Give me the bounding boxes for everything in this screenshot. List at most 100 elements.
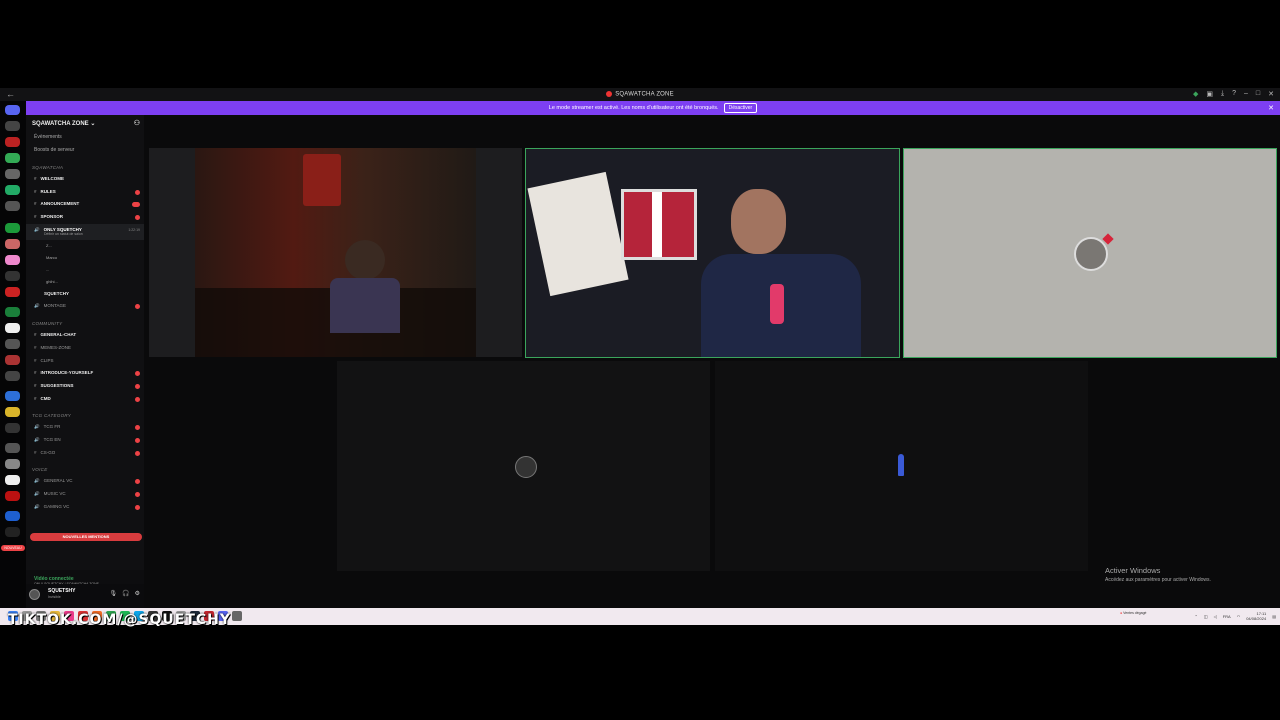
server-icon[interactable] — [5, 255, 20, 265]
avatar — [1074, 237, 1108, 271]
add-member-icon[interactable]: ⚇ — [134, 119, 140, 127]
channel-suggestions[interactable]: # SUGGESTIONS — [26, 380, 144, 393]
new-mentions-button[interactable]: NOUVELLES MENTIONS — [30, 533, 142, 541]
activity-icon[interactable]: ◆ — [1193, 90, 1198, 98]
weather-widget[interactable]: ● Ventes dégagé — [1120, 611, 1146, 615]
hash-icon: # — [34, 395, 37, 401]
channel-tcg-fr[interactable]: 🔊 TCG FR — [26, 421, 144, 434]
server-icon[interactable] — [5, 443, 20, 453]
network-icon[interactable]: ◫ — [1204, 614, 1208, 619]
disable-streamer-button[interactable]: Désactiver — [723, 103, 758, 113]
gear-icon[interactable]: ⚙ — [135, 590, 140, 597]
new-servers-badge[interactable]: NOUVEAU — [1, 545, 25, 551]
server-icon[interactable] — [5, 287, 20, 297]
events-link[interactable]: Évènements — [26, 131, 144, 144]
voice-member[interactable]: ... — [26, 264, 144, 276]
voice-member[interactable]: ghihi... — [26, 276, 144, 288]
volume-icon[interactable]: ◁ — [1214, 614, 1217, 619]
clock[interactable]: 17:11 04/08/2024 — [1246, 611, 1266, 621]
server-icon[interactable] — [5, 137, 20, 147]
maximize-icon[interactable]: □ — [1256, 90, 1260, 98]
avatar-tile[interactable] — [715, 361, 1088, 571]
banner-close-icon[interactable]: ✕ — [1268, 104, 1274, 112]
server-icon[interactable] — [5, 475, 20, 485]
unread-badge — [135, 450, 140, 456]
channel-montage[interactable]: 🔊 MONTAGE — [26, 300, 144, 313]
server-icon[interactable] — [5, 527, 20, 537]
unread-badge — [135, 304, 140, 310]
headphones-icon[interactable]: 🎧 — [122, 590, 129, 597]
category-tcg[interactable]: TCG CATEGORY — [26, 411, 144, 421]
category-voice[interactable]: VOICE — [26, 465, 144, 475]
app-icon[interactable] — [232, 611, 242, 621]
channel-announcement[interactable]: # ANNOUNCEMENT — [26, 198, 144, 211]
channel-welcome[interactable]: # WELCOME — [26, 173, 144, 186]
channel-tcg-en[interactable]: 🔊 TCG EN — [26, 434, 144, 447]
server-icon[interactable] — [5, 169, 20, 179]
channel-rules[interactable]: # RULES — [26, 186, 144, 199]
channel-label: SPONSOR — [40, 214, 64, 220]
category-community[interactable]: COMMUNITY — [26, 319, 144, 329]
channel-cs-go[interactable]: # CS-GO — [26, 447, 144, 460]
server-icon[interactable] — [5, 423, 20, 433]
server-icon[interactable] — [5, 201, 20, 211]
voice-member[interactable]: Marco — [26, 252, 144, 264]
channel-clips[interactable]: # CLIPS — [26, 355, 144, 368]
avatar[interactable] — [29, 589, 40, 600]
title-bar-controls: ◆ ▣ ⤓ ? – □ ✕ — [1193, 90, 1274, 98]
server-icon[interactable] — [5, 323, 20, 333]
minimize-icon[interactable]: – — [1244, 90, 1248, 98]
wifi-icon[interactable]: ◠ — [1237, 614, 1241, 619]
video-tile[interactable] — [149, 148, 522, 357]
boosts-link[interactable]: Boosts de serveur — [26, 144, 144, 157]
server-header[interactable]: SQAWATCHA ZONE ⌄ ⚇ — [26, 115, 144, 131]
server-icon[interactable] — [5, 459, 20, 469]
channel-general-vc[interactable]: 🔊 GENERAL VC — [26, 475, 144, 488]
inbox-icon[interactable]: ▣ — [1206, 90, 1213, 98]
notifications-icon[interactable]: ▤ — [1272, 614, 1276, 619]
mention-badge — [132, 202, 140, 208]
server-icon[interactable] — [5, 271, 20, 281]
channel-sponsor[interactable]: # SPONSOR — [26, 211, 144, 224]
download-icon[interactable]: ⤓ — [1221, 90, 1224, 98]
chevron-up-icon[interactable]: ⌃ — [1194, 614, 1197, 619]
server-icon[interactable] — [5, 511, 20, 521]
channel-general-chat[interactable]: # GENERAL-CHAT — [26, 329, 144, 342]
channel-introduce[interactable]: # INTRODUCE-YOURSELF — [26, 367, 144, 380]
avatar-tile-speaking[interactable] — [903, 148, 1277, 358]
mic-icon[interactable]: 🎙 — [110, 590, 118, 597]
server-icon[interactable] — [5, 185, 20, 195]
server-icon[interactable] — [5, 239, 20, 249]
server-icon[interactable] — [5, 407, 20, 417]
server-icon[interactable] — [5, 339, 20, 349]
user-name[interactable]: SQUETSHY — [48, 588, 76, 594]
category-sqawatcha[interactable]: SQAWATCHA — [26, 163, 144, 173]
channel-memes-zone[interactable]: # MEMES-ZONE — [26, 342, 144, 355]
server-icon[interactable] — [5, 355, 20, 365]
voice-member[interactable]: Z... — [26, 240, 144, 252]
channel-music-vc[interactable]: 🔊 MUSIC VC — [26, 488, 144, 501]
avatar-tile[interactable] — [337, 361, 710, 571]
server-icon[interactable] — [5, 121, 20, 131]
channel-label: RULES — [40, 188, 56, 194]
channel-status-prompt[interactable]: Définir un statut de salon — [44, 232, 83, 237]
channel-cmd[interactable]: # CMD — [26, 393, 144, 406]
server-icon[interactable] — [5, 391, 20, 401]
server-icon[interactable] — [5, 223, 20, 233]
video-tile-speaking[interactable] — [525, 148, 900, 358]
language-indicator[interactable]: FRA — [1223, 614, 1231, 619]
voice-member-self[interactable]: SQUETCHY — [26, 288, 144, 301]
participant-head — [731, 189, 786, 254]
server-icon[interactable] — [5, 153, 20, 163]
hash-icon: # — [34, 188, 37, 194]
close-icon[interactable]: ✕ — [1268, 90, 1274, 98]
server-icon[interactable] — [5, 371, 20, 381]
server-icon[interactable] — [5, 491, 20, 501]
server-icon[interactable] — [5, 307, 20, 317]
channel-only-squetchy[interactable]: 🔊 ONLY SQUETCHY 1:22:19 Définir un statut… — [26, 223, 144, 240]
channel-gaming-vc[interactable]: 🔊 GAMING VC — [26, 501, 144, 514]
poster-image — [527, 171, 629, 297]
hash-icon: # — [34, 176, 37, 181]
home-icon[interactable] — [5, 105, 20, 115]
help-icon[interactable]: ? — [1232, 90, 1236, 98]
